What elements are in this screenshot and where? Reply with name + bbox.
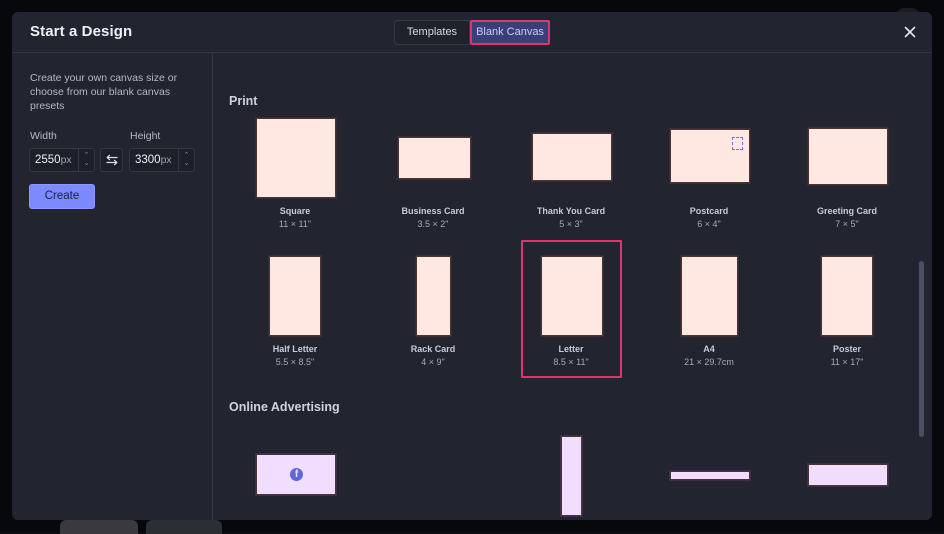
preset-dims: 8.5 × 11" [553,357,589,367]
preset-thumbnail [255,117,337,199]
facebook-icon: f [290,468,303,481]
width-unit: px [60,154,72,166]
preset-name: Postcard [689,206,729,216]
preset-thumbnail [268,255,322,337]
preset-thumbnail [560,435,583,517]
preset-thumbnail [540,255,604,337]
preset-thumbnail [807,463,889,487]
preset-thumbnail [807,127,889,186]
width-stepper[interactable]: ⌃ ⌄ [78,149,94,171]
preset-name: Square [279,206,311,216]
preset-name: A4 [703,344,715,354]
preset-thumbnail [531,132,613,182]
preset-thumbnail [669,128,751,184]
tab-blank-canvas[interactable]: Blank Canvas [470,20,550,45]
preset-thumbnail [397,136,472,180]
preset-a4[interactable]: A4 21 × 29.7cm [640,255,778,375]
custom-size-sidebar: Create your own canvas size or choose fr… [12,53,213,520]
stamp-icon [732,137,743,150]
preset-poster[interactable]: Poster 11 × 17" [778,255,916,375]
preset-dims: 5.5 × 8.5" [275,357,315,367]
swap-dimensions-button[interactable] [100,148,123,172]
preset-thumbnail [669,470,751,481]
preset-thumbnail [415,255,452,337]
height-value: 3300 [135,154,161,166]
modal-header: Start a Design Templates Blank Canvas [12,12,932,53]
height-stepper[interactable]: ⌃ ⌄ [178,149,194,171]
preset-business-card[interactable]: Business Card 3.5 × 2" [364,117,502,237]
preset-name: Letter [558,344,584,354]
section-title-online-advertising: Online Advertising [229,400,340,414]
preset-greeting-card[interactable]: Greeting Card 7 × 5" [778,117,916,237]
preset-square[interactable]: Square 11 × 11" [226,117,364,237]
preset-name: Business Card [401,206,465,216]
preset-dims: 3.5 × 2" [417,219,449,229]
height-unit: px [160,154,172,166]
preset-half-letter[interactable]: Half Letter 5.5 × 8.5" [226,255,364,375]
preset-dims: 6 × 4" [697,219,721,229]
preset-name: Poster [832,344,861,354]
preset-dims: 11 × 17" [830,357,864,367]
preset-dims: 5 × 3" [559,219,583,229]
preset-postcard[interactable]: Postcard 6 × 4" [640,117,778,237]
preset-rack-card[interactable]: Rack Card 4 × 9" [364,255,502,375]
tab-templates[interactable]: Templates [394,20,470,45]
section-title-print: Print [229,94,258,108]
preset-banner-ad[interactable] [778,433,916,520]
preset-thumbnail [680,255,739,337]
presets-panel: Print Square 11 × 11" Business Card 3.5 … [214,53,932,520]
preset-dims: 7 × 5" [835,219,859,229]
preset-name: Half Letter [272,344,318,354]
width-input[interactable]: 2550 px ⌃ ⌄ [29,148,95,172]
start-design-modal: Start a Design Templates Blank Canvas Cr… [12,12,932,520]
preset-letter[interactable]: Letter 8.5 × 11" [502,255,640,375]
chevron-down-icon[interactable]: ⌄ [84,160,90,168]
width-value: 2550 [35,154,61,166]
preset-thank-you-card[interactable]: Thank You Card 5 × 3" [502,117,640,237]
preset-dims: 11 × 11" [278,219,312,229]
preset-name: Greeting Card [816,206,877,216]
tab-bar: Templates Blank Canvas [394,20,550,45]
width-label: Width [30,130,57,142]
preset-thumbnail [820,255,874,337]
preset-name: Thank You Card [536,206,606,216]
modal-title: Start a Design [30,23,133,40]
presets-scrollbar[interactable] [919,261,924,437]
preset-thumbnail: f [255,453,337,496]
preset-skyscraper-ad[interactable] [502,433,640,520]
preset-dims: 4 × 9" [421,357,445,367]
preset-leaderboard-ad[interactable] [640,433,778,520]
preset-facebook-ad[interactable]: f [226,433,364,520]
intro-text: Create your own canvas size or choose fr… [30,72,178,112]
height-label: Height [130,130,161,142]
chevron-up-icon[interactable]: ⌃ [84,152,90,160]
chevron-down-icon[interactable]: ⌄ [184,160,190,168]
close-icon [904,26,916,38]
swap-arrows-icon [105,154,118,166]
preset-name: Rack Card [410,344,456,354]
preset-dims: 21 × 29.7cm [684,357,734,367]
close-button[interactable] [902,24,918,40]
chevron-up-icon[interactable]: ⌃ [184,152,190,160]
height-input[interactable]: 3300 px ⌃ ⌄ [129,148,195,172]
create-button[interactable]: Create [29,184,95,209]
